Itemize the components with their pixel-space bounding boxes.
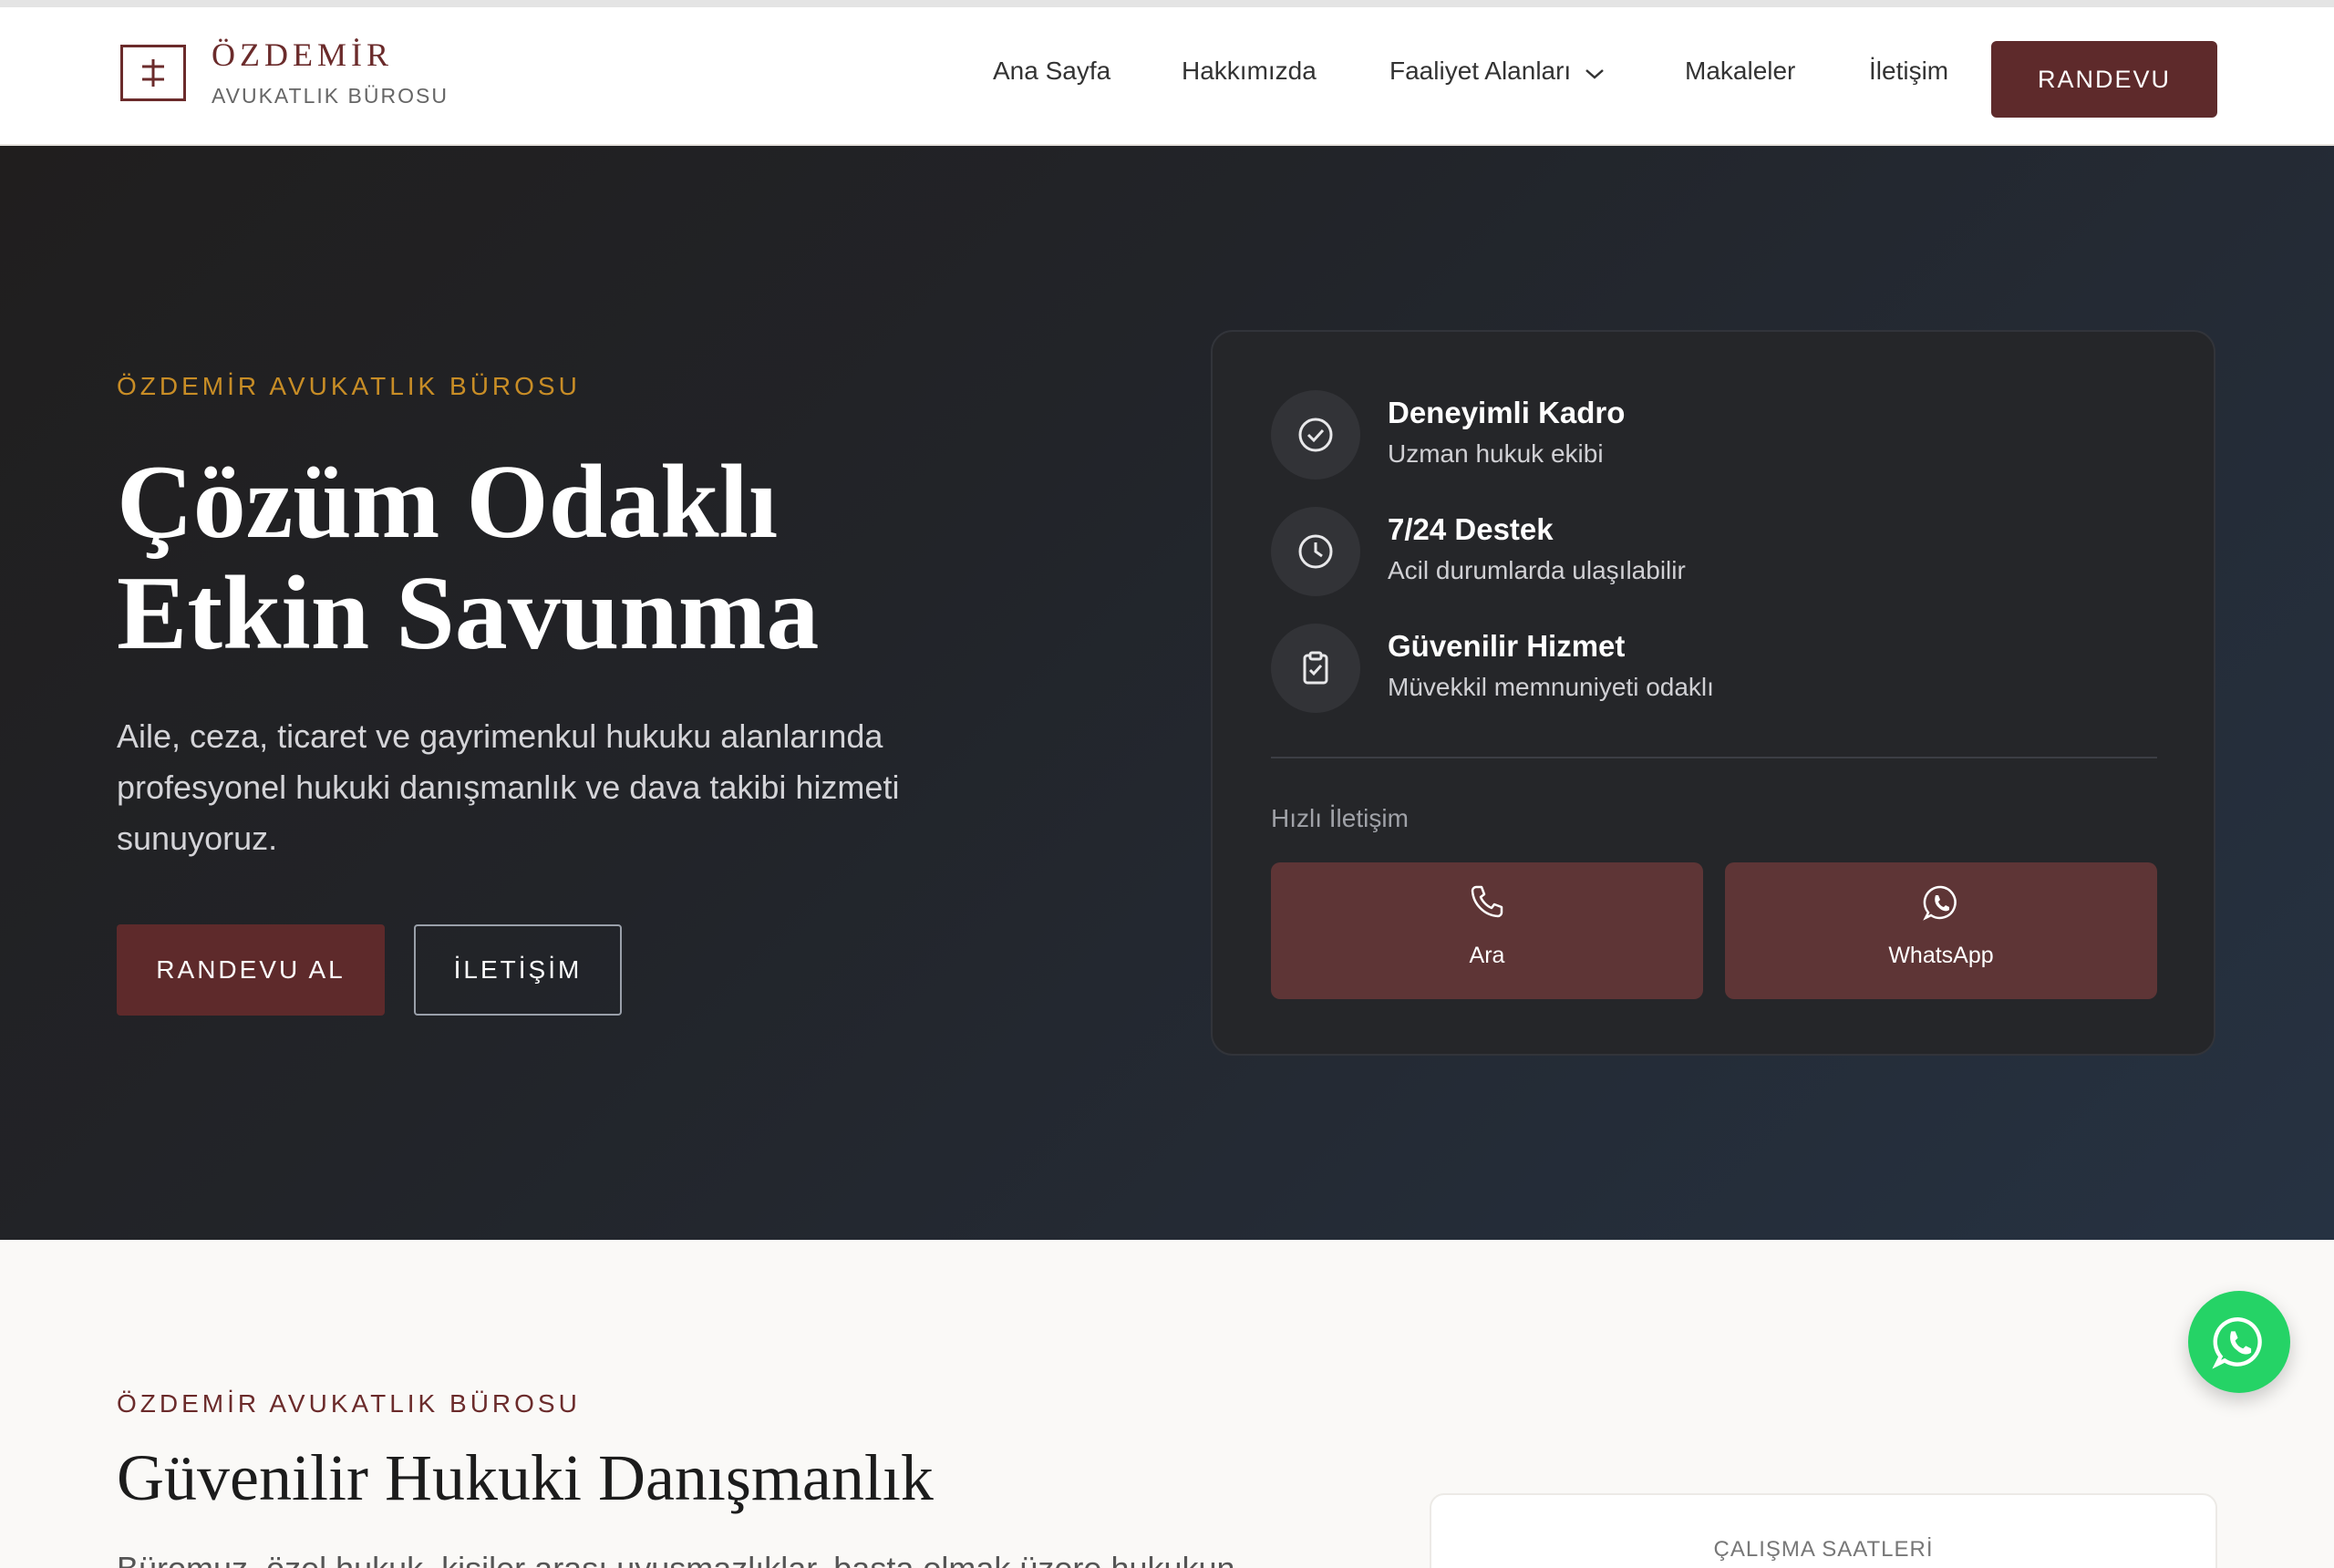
feature-title: Deneyimli Kadro — [1388, 396, 1626, 429]
hero-title-line-1: Çözüm Odaklı — [117, 444, 779, 561]
feature-title: Güvenilir Hizmet — [1388, 629, 1626, 663]
nav-item-faaliyet-alanlari[interactable]: Faaliyet Alanları — [1389, 57, 1606, 88]
phone-icon — [1271, 882, 1703, 921]
call-label: Ara — [1469, 943, 1505, 968]
feature-subtitle: Acil durumlarda ulaşılabilir — [1388, 556, 1686, 584]
logo-text[interactable]: ÖZDEMİR AVUKATLIK BÜROSU — [212, 38, 449, 108]
hero-section: ÖZDEMİR AVUKATLIK BÜROSU Çözüm Odaklı Et… — [0, 146, 2334, 1240]
logo-mark[interactable] — [120, 45, 186, 101]
brand-name: ÖZDEMİR — [212, 36, 393, 73]
chevron-down-icon — [1584, 58, 1606, 88]
whatsapp-icon — [1725, 882, 2157, 923]
nav-item-label: Faaliyet Alanları — [1389, 57, 1572, 85]
working-hours-card: ÇALIŞMA SAATLERİ — [1430, 1493, 2217, 1568]
section-kicker: ÖZDEMİR AVUKATLIK BÜROSU — [117, 1389, 581, 1418]
features-card: Deneyimli Kadro Uzman hukuk ekibi 7/24 D… — [1211, 330, 2215, 1056]
iletisim-button[interactable]: İLETİŞİM — [414, 924, 622, 1016]
feature-item: Deneyimli Kadro Uzman hukuk ekibi — [1271, 390, 2183, 481]
call-button[interactable]: Ara — [1271, 862, 1703, 999]
whatsapp-label: WhatsApp — [1888, 943, 1994, 968]
hero-description: Aile, ceza, ticaret ve gayrimenkul hukuk… — [117, 717, 900, 857]
card-divider — [1271, 757, 2157, 758]
brand-subtitle: AVUKATLIK BÜROSU — [212, 84, 449, 108]
floating-whatsapp-button[interactable] — [2188, 1291, 2290, 1393]
randevu-al-button[interactable]: RANDEVU AL — [117, 924, 385, 1016]
feature-subtitle: Müvekkil memnuniyeti odaklı — [1388, 673, 1714, 701]
section-sign-icon — [142, 59, 164, 87]
quick-contact-label: Hızlı İletişim — [1271, 804, 1409, 832]
randevu-button[interactable]: RANDEVU — [1991, 41, 2217, 118]
nav-item-iletisim[interactable]: İletişim — [1869, 57, 1948, 86]
nav-item-hakkimizda[interactable]: Hakkımızda — [1182, 57, 1317, 86]
hero-title: Çözüm Odaklı Etkin Savunma — [117, 447, 819, 669]
whatsapp-icon — [2212, 1317, 2262, 1369]
site-header: ÖZDEMİR AVUKATLIK BÜROSU Ana Sayfa Hakkı… — [0, 7, 2334, 146]
feature-subtitle: Uzman hukuk ekibi — [1388, 439, 1604, 468]
check-circle-icon — [1271, 390, 1360, 480]
section-title: Güvenilir Hukuki Danışmanlık — [117, 1441, 934, 1514]
clipboard-check-icon — [1271, 624, 1360, 713]
browser-top-strip — [0, 0, 2334, 7]
feature-item: 7/24 Destek Acil durumlarda ulaşılabilir — [1271, 507, 2183, 598]
hero-title-line-2: Etkin Savunma — [117, 555, 820, 672]
section-body: Büromuz, özel hukuk, kişiler arası uyuşm… — [117, 1550, 1235, 1568]
feature-item: Güvenilir Hizmet Müvekkil memnuniyeti od… — [1271, 624, 2183, 715]
whatsapp-button[interactable]: WhatsApp — [1725, 862, 2157, 999]
hero-kicker: ÖZDEMİR AVUKATLIK BÜROSU — [117, 372, 581, 400]
working-hours-label: ÇALIŞMA SAATLERİ — [1713, 1537, 1934, 1562]
nav-item-ana-sayfa[interactable]: Ana Sayfa — [993, 57, 1110, 86]
feature-title: 7/24 Destek — [1388, 512, 1554, 546]
clock-icon — [1271, 507, 1360, 596]
nav-item-makaleler[interactable]: Makaleler — [1685, 57, 1795, 86]
